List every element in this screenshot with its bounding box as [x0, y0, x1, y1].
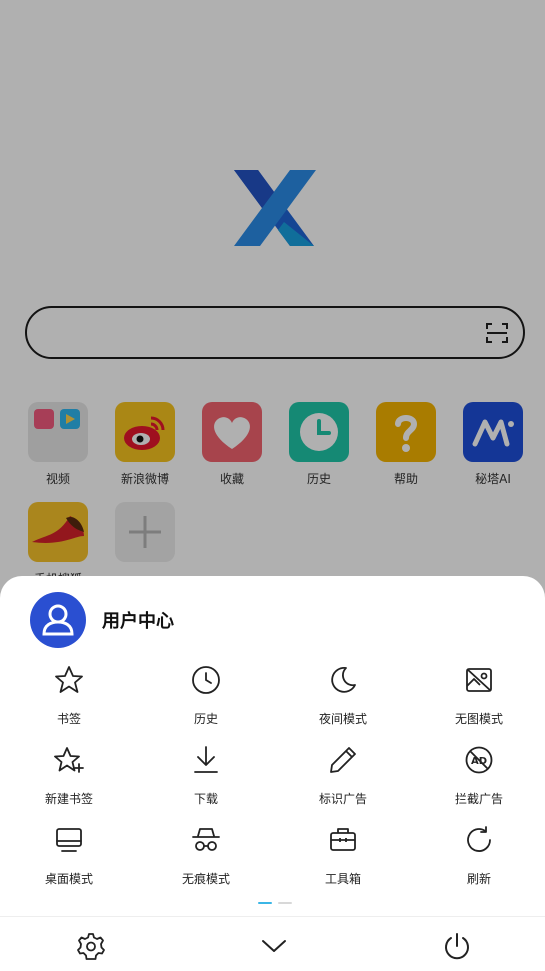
- desktop-icon: [56, 828, 82, 852]
- menu-label: 历史: [193, 712, 218, 726]
- menu-label: 拦截广告: [454, 792, 503, 806]
- menu-new-bookmark[interactable]: 新建书签: [1, 744, 137, 807]
- menu-bookmarks[interactable]: 书签: [1, 664, 137, 727]
- page-indicator: [258, 902, 292, 904]
- moon-icon: [331, 666, 356, 693]
- menu-toolbox[interactable]: 工具箱: [275, 824, 411, 887]
- power-icon[interactable]: [442, 931, 472, 961]
- bottom-toolbar: [0, 916, 545, 971]
- ad-block-icon: AD: [465, 746, 493, 774]
- menu-sheet: 用户中心 书签 历史 夜间模式 无图模式 新建书签 下载 标识广告 AD 拦截广…: [0, 576, 545, 971]
- menu-label: 夜间模式: [318, 712, 367, 726]
- browser-home: 视频 新浪微博 收藏 历史 帮助 秘塔AI 用户中心 书签 历史 夜间模式 无图…: [0, 0, 545, 971]
- star-plus-icon: [54, 747, 84, 773]
- user-center-title[interactable]: 用户中心: [102, 607, 174, 633]
- menu-label: 工具箱: [324, 872, 361, 886]
- menu-history[interactable]: 历史: [138, 664, 274, 727]
- menu-night-mode[interactable]: 夜间模式: [275, 664, 411, 727]
- page-dot: [278, 902, 292, 904]
- menu-mark-ads[interactable]: 标识广告: [275, 744, 411, 807]
- menu-label: 桌面模式: [44, 872, 93, 886]
- menu-refresh[interactable]: 刷新: [411, 824, 545, 887]
- download-icon: [194, 746, 218, 773]
- user-center-row[interactable]: 用户中心: [30, 592, 174, 648]
- menu-label: 下载: [193, 792, 218, 806]
- menu-label: 无痕模式: [181, 872, 230, 886]
- refresh-icon: [467, 826, 491, 852]
- no-image-icon: [466, 668, 492, 692]
- menu-label: 无图模式: [454, 712, 503, 726]
- menu-label: 新建书签: [44, 792, 93, 806]
- settings-icon[interactable]: [76, 931, 106, 961]
- menu-no-image-mode[interactable]: 无图模式: [411, 664, 545, 727]
- menu-incognito-mode[interactable]: 无痕模式: [138, 824, 274, 887]
- page-dot-active: [258, 902, 272, 904]
- toolbox-icon: [330, 828, 356, 851]
- menu-block-ads[interactable]: AD 拦截广告: [411, 744, 545, 807]
- menu-label: 刷新: [466, 872, 491, 886]
- star-icon: [55, 666, 83, 693]
- menu-label: 标识广告: [318, 792, 367, 806]
- clock-icon: [192, 666, 220, 694]
- menu-download[interactable]: 下载: [138, 744, 274, 807]
- svg-text:AD: AD: [471, 756, 487, 767]
- pencil-icon: [330, 747, 356, 773]
- chevron-down-icon[interactable]: [259, 931, 289, 961]
- avatar[interactable]: [30, 592, 86, 648]
- menu-label: 书签: [56, 712, 81, 726]
- incognito-icon: [192, 828, 220, 851]
- menu-desktop-mode[interactable]: 桌面模式: [1, 824, 137, 887]
